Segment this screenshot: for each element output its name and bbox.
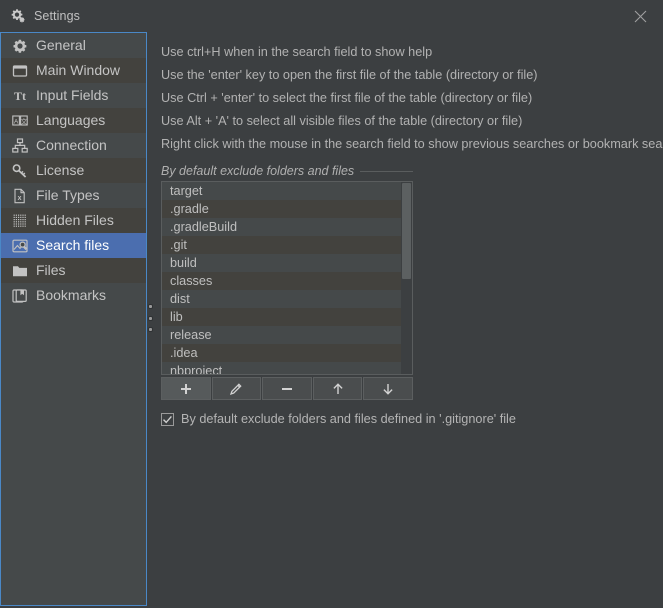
sidebar-item-label: File Types [36, 186, 100, 203]
sidebar-item-label: Hidden Files [36, 211, 114, 228]
group-title-label: By default exclude folders and files [161, 164, 361, 178]
exclude-list-item[interactable]: dist [162, 290, 412, 308]
sidebar-item-main-window[interactable]: Main Window [1, 58, 146, 83]
exclude-list-item[interactable]: .gradle [162, 200, 412, 218]
sidebar-item-label: License [36, 161, 85, 178]
exclude-list-item[interactable]: .gradleBuild [162, 218, 412, 236]
edit-entry-button[interactable] [211, 377, 262, 400]
svg-text:文: 文 [20, 116, 27, 125]
window-title: Settings [34, 9, 80, 23]
svg-text:x: x [17, 195, 21, 202]
close-icon[interactable] [617, 0, 663, 32]
gitignore-checkbox-row[interactable]: By default exclude folders and files def… [161, 412, 663, 426]
network-icon [10, 137, 29, 154]
image-search-icon [10, 237, 29, 254]
sidebar-item-search-files[interactable]: Search files [1, 233, 146, 258]
dotted-grid-icon [10, 212, 29, 229]
exclude-list-item[interactable]: target [162, 182, 412, 200]
list-scrollbar[interactable] [401, 182, 412, 374]
svg-text:Tt: Tt [14, 89, 26, 103]
sidebar-item-connection[interactable]: Connection [1, 133, 146, 158]
sidebar-item-bookmarks[interactable]: Bookmarks [1, 283, 146, 308]
sidebar-item-label: Bookmarks [36, 286, 107, 303]
sidebar-item-label: Input Fields [36, 86, 109, 103]
help-hint-line: Use ctrl+H when in the search field to s… [161, 45, 433, 59]
help-hint-line: Use the 'enter' key to open the first fi… [161, 68, 538, 82]
sidebar-item-label: General [36, 36, 86, 53]
svg-text:A: A [13, 118, 18, 125]
title-bar: Settings [0, 0, 663, 32]
sidebar-item-label: Connection [36, 136, 107, 153]
settings-window: Settings General Main Window Tt Input Field… [0, 0, 663, 608]
help-hint-line: Right click with the mouse in the search… [161, 137, 663, 151]
list-scrollbar-thumb[interactable] [402, 183, 411, 279]
folder-icon [10, 262, 29, 279]
arrow-down-icon [380, 381, 396, 397]
sidebar-item-hidden-files[interactable]: Hidden Files [1, 208, 146, 233]
sidebar-item-files[interactable]: Files [1, 258, 146, 283]
move-down-button[interactable] [363, 377, 413, 400]
exclude-list-item[interactable]: build [162, 254, 412, 272]
list-toolbar[interactable] [161, 377, 413, 400]
key-icon [10, 162, 29, 179]
window-icon [10, 62, 29, 79]
help-hints-list: Use ctrl+H when in the search field to s… [153, 32, 663, 156]
sidebar-item-input-fields[interactable]: Tt Input Fields [1, 83, 146, 108]
help-hint-line: Use Alt + 'A' to select all visible file… [161, 114, 523, 128]
sidebar-item-label: Main Window [36, 61, 121, 78]
move-up-button[interactable] [312, 377, 363, 400]
exclude-group-header: By default exclude folders and files [161, 162, 413, 180]
languages-icon: A文 [10, 112, 29, 129]
gear-icon [10, 37, 29, 54]
bookmarks-icon [10, 287, 29, 304]
text-format-icon: Tt [10, 87, 29, 104]
minus-icon [279, 381, 295, 397]
exclude-list-item[interactable]: classes [162, 272, 412, 290]
sidebar-item-languages[interactable]: A 文 Languages [1, 108, 146, 133]
settings-category-list[interactable]: General Main Window Tt Input Fields A 文 Langua… [0, 32, 147, 606]
add-entry-button[interactable] [161, 377, 211, 400]
exclude-list-item[interactable]: release [162, 326, 412, 344]
sidebar-item-label: Files [36, 261, 66, 278]
gitignore-checkbox[interactable] [161, 412, 174, 426]
sidebar-item-general[interactable]: General [1, 33, 146, 58]
arrow-up-icon [330, 381, 346, 397]
help-hint-line: Use Ctrl + 'enter' to select the first f… [161, 91, 533, 105]
search-files-settings-panel: Use ctrl+H when in the search field to s… [153, 32, 663, 608]
plus-icon [178, 381, 194, 397]
sidebar-item-file-types[interactable]: x File Types [1, 183, 146, 208]
sidebar-item-license[interactable]: License [1, 158, 146, 183]
exclude-list-item[interactable]: nbproject [162, 362, 412, 374]
pencil-icon [228, 381, 244, 397]
exclude-list-item[interactable]: .idea [162, 344, 412, 362]
exclude-list-item[interactable]: lib [162, 308, 412, 326]
checkmark-icon [162, 415, 172, 423]
gears-icon [9, 7, 27, 25]
sidebar-item-label: Search files [36, 236, 110, 253]
gitignore-checkbox-label: By default exclude folders and files def… [181, 412, 516, 426]
remove-entry-button[interactable] [262, 377, 312, 400]
exclude-list-box[interactable]: target .gradle .gradleBuild .git build classe… [161, 181, 413, 375]
file-x-icon: x [10, 187, 29, 204]
sidebar-item-label: Languages [36, 111, 106, 128]
exclude-list-item[interactable]: .git [162, 236, 412, 254]
